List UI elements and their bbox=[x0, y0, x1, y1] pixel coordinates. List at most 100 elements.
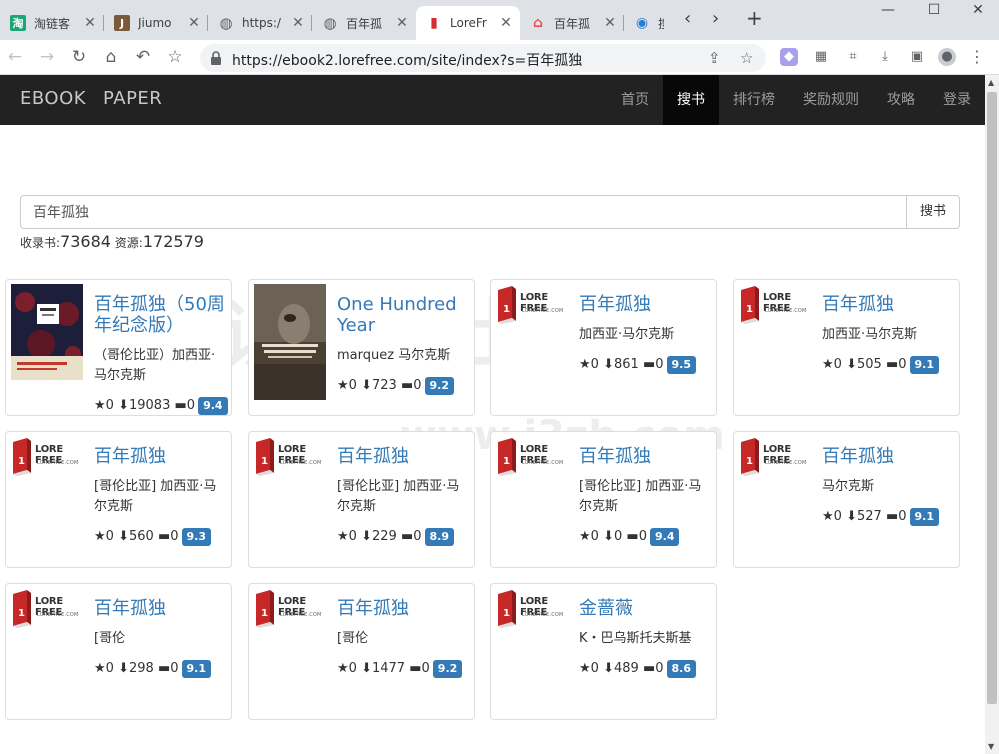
browser-tab-active[interactable]: ▮ LoreFr ✕ bbox=[416, 6, 520, 40]
book-title-link[interactable]: 百年孤独 bbox=[822, 446, 954, 467]
menu-reward-rules[interactable]: 奖励规则 bbox=[789, 75, 873, 125]
share-icon[interactable]: ⇪ bbox=[708, 49, 721, 67]
comment-icon[interactable]: ▬ bbox=[158, 529, 170, 544]
reload-icon[interactable]: ↻ bbox=[68, 46, 90, 68]
browser-tab[interactable]: ◍ 百年孤 ✕ bbox=[312, 6, 416, 40]
menu-search-books[interactable]: 搜书 bbox=[663, 75, 719, 125]
bookmark-star-icon[interactable]: ☆ bbox=[164, 46, 186, 68]
book-title-link[interactable]: One Hundred Year bbox=[337, 294, 469, 336]
star-icon[interactable]: ★ bbox=[94, 398, 106, 413]
menu-login[interactable]: 登录 bbox=[929, 75, 985, 125]
star-icon[interactable]: ★ bbox=[579, 661, 591, 676]
search-input[interactable] bbox=[20, 195, 907, 229]
tab-close-icon[interactable]: ✕ bbox=[602, 15, 618, 31]
new-tab-icon[interactable]: + bbox=[746, 6, 763, 30]
star-icon[interactable]: ★ bbox=[94, 529, 106, 544]
forward-icon[interactable]: → bbox=[36, 46, 58, 68]
scroll-down-icon[interactable]: ▼ bbox=[988, 742, 994, 751]
book-title-link[interactable]: 百年孤独 bbox=[337, 446, 469, 467]
star-icon[interactable]: ★ bbox=[337, 378, 349, 393]
book-card[interactable]: 1 LORE FREE LOREFREE.COM 百年孤独 [哥伦比亚] 加西亚·马尔克… bbox=[490, 431, 717, 568]
profile-avatar-icon[interactable]: ● bbox=[938, 48, 956, 66]
star-icon[interactable]: ★ bbox=[94, 661, 106, 676]
star-icon[interactable]: ★ bbox=[337, 529, 349, 544]
home-icon[interactable]: ⌂ bbox=[100, 46, 122, 68]
back-icon[interactable]: ← bbox=[4, 46, 26, 68]
star-icon[interactable]: ★ bbox=[337, 661, 349, 676]
menu-home[interactable]: 首页 bbox=[607, 75, 663, 125]
tab-close-icon[interactable]: ✕ bbox=[290, 15, 306, 31]
brand-ebook[interactable]: EBOOK bbox=[20, 88, 86, 109]
tab-scroll-left-icon[interactable]: ‹ bbox=[684, 8, 691, 29]
download-icon[interactable]: ⬇ bbox=[603, 357, 614, 372]
minimize-icon[interactable]: — bbox=[878, 2, 898, 22]
download-icon[interactable]: ⬇ bbox=[118, 529, 129, 544]
book-card[interactable]: 1 LORE FREE LOREFREE.COM 百年孤独 加西亚·马尔克斯 ★0 ⬇50… bbox=[733, 279, 960, 416]
tab-close-icon[interactable]: ✕ bbox=[186, 15, 202, 31]
book-title-link[interactable]: 百年孤独 bbox=[822, 294, 954, 315]
download-icon[interactable]: ⬇ bbox=[361, 529, 372, 544]
book-title-link[interactable]: 百年孤独 bbox=[337, 598, 469, 619]
book-title-link[interactable]: 百年孤独 bbox=[94, 598, 226, 619]
page-scrollbar[interactable]: ▲ ▼ bbox=[985, 75, 999, 754]
book-card[interactable]: 1 LORE FREE LOREFREE.COM 百年孤独 [哥伦 ★0 ⬇1477 ▬0… bbox=[248, 583, 475, 720]
scroll-up-icon[interactable]: ▲ bbox=[988, 78, 994, 87]
comment-icon[interactable]: ▬ bbox=[409, 661, 421, 676]
star-icon[interactable]: ★ bbox=[579, 357, 591, 372]
undo-icon[interactable]: ↶ bbox=[132, 46, 154, 68]
download-icon[interactable]: ⬇ bbox=[361, 661, 372, 676]
download-icon[interactable]: ⬇ bbox=[603, 661, 614, 676]
book-card[interactable]: 1 LORE FREE LOREFREE.COM 金蔷薇 K・巴乌斯托夫斯基 ★0 ⬇48… bbox=[490, 583, 717, 720]
tab-close-icon[interactable]: ✕ bbox=[394, 15, 410, 31]
download-icon[interactable]: ⬇ bbox=[118, 398, 129, 413]
browser-tab[interactable]: ⌂ 百年孤 ✕ bbox=[520, 6, 624, 40]
download-icon[interactable]: ⬇ bbox=[118, 661, 129, 676]
comment-icon[interactable]: ▬ bbox=[886, 357, 898, 372]
star-icon[interactable]: ★ bbox=[579, 529, 591, 544]
browser-tab[interactable]: 淘 淘链客 ✕ bbox=[0, 6, 104, 40]
book-cover-image[interactable] bbox=[11, 284, 83, 380]
book-card[interactable]: 百年孤独（50周年纪念版） （哥伦比亚）加西亚·马尔克斯 ★0 ⬇19083 ▬0 9… bbox=[5, 279, 232, 416]
star-icon[interactable]: ★ bbox=[822, 509, 834, 524]
comment-icon[interactable]: ▬ bbox=[401, 378, 413, 393]
book-cover-image[interactable] bbox=[254, 284, 326, 400]
more-menu-icon[interactable]: ⋮ bbox=[968, 48, 986, 66]
browser-tab[interactable]: ◍ https:/ ✕ bbox=[208, 6, 312, 40]
grid-extension-icon[interactable]: ▦ bbox=[812, 48, 830, 66]
book-card[interactable]: One Hundred Year marquez 马尔克斯 ★0 ⬇723 ▬0 9.… bbox=[248, 279, 475, 416]
site-brand[interactable]: EBOOK PAPER bbox=[20, 88, 179, 109]
scroll-thumb[interactable] bbox=[987, 92, 997, 704]
tab-close-icon[interactable]: ✕ bbox=[498, 15, 514, 31]
book-title-link[interactable]: 金蔷薇 bbox=[579, 598, 711, 619]
close-window-icon[interactable]: ✕ bbox=[968, 2, 988, 22]
download-icon[interactable]: ⤓ bbox=[876, 48, 894, 66]
menu-ranking[interactable]: 排行榜 bbox=[719, 75, 789, 125]
comment-icon[interactable]: ▬ bbox=[643, 357, 655, 372]
download-icon[interactable]: ⬇ bbox=[846, 509, 857, 524]
crop-icon[interactable]: ⌗ bbox=[844, 48, 862, 66]
menu-guide[interactable]: 攻略 bbox=[873, 75, 929, 125]
star-icon[interactable]: ★ bbox=[822, 357, 834, 372]
book-card[interactable]: 1 LORE FREE LOREFREE.COM 百年孤独 加西亚·马尔克斯 ★0 ⬇86… bbox=[490, 279, 717, 416]
book-title-link[interactable]: 百年孤独 bbox=[579, 294, 711, 315]
book-card[interactable]: 1 LORE FREE LOREFREE.COM 百年孤独 [哥伦比亚] 加西亚·马尔克… bbox=[248, 431, 475, 568]
sidepanel-icon[interactable]: ▣ bbox=[908, 48, 926, 66]
book-card[interactable]: 1 LORE FREE LOREFREE.COM 百年孤独 [哥伦比亚] 加西亚·马尔克… bbox=[5, 431, 232, 568]
search-button[interactable]: 搜书 bbox=[906, 195, 960, 229]
tab-close-icon[interactable]: ✕ bbox=[82, 15, 98, 31]
comment-icon[interactable]: ▬ bbox=[401, 529, 413, 544]
book-card[interactable]: 1 LORE FREE LOREFREE.COM 百年孤独 马尔克斯 ★0 ⬇527 ▬0… bbox=[733, 431, 960, 568]
address-bar[interactable]: https://ebook2.lorefree.com/site/index?s… bbox=[200, 44, 766, 72]
book-title-link[interactable]: 百年孤独 bbox=[579, 446, 711, 467]
comment-icon[interactable]: ▬ bbox=[886, 509, 898, 524]
book-card[interactable]: 1 LORE FREE LOREFREE.COM 百年孤独 [哥伦 ★0 ⬇298 ▬0 9… bbox=[5, 583, 232, 720]
download-icon[interactable]: ⬇ bbox=[361, 378, 372, 393]
comment-icon[interactable]: ▬ bbox=[174, 398, 186, 413]
tab-scroll-right-icon[interactable]: › bbox=[712, 8, 719, 29]
book-title-link[interactable]: 百年孤独（50周年纪念版） bbox=[94, 294, 226, 336]
bookmark-icon[interactable]: ☆ bbox=[740, 49, 753, 67]
extension-icon[interactable]: ◆ bbox=[780, 48, 798, 66]
download-icon[interactable]: ⬇ bbox=[846, 357, 857, 372]
brand-paper[interactable]: PAPER bbox=[103, 88, 162, 109]
book-title-link[interactable]: 百年孤独 bbox=[94, 446, 226, 467]
